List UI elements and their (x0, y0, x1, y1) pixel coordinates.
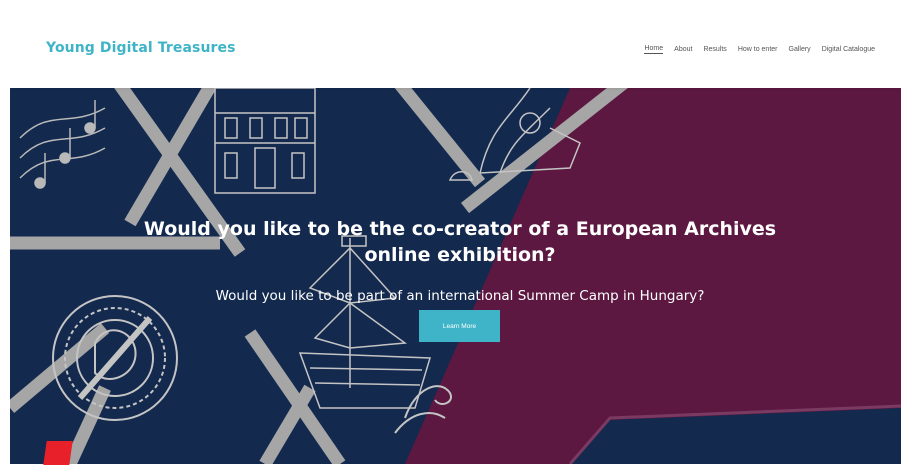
nav-item-digital-catalogue[interactable]: Digital Catalogue (822, 46, 875, 53)
site-logo[interactable]: Young Digital Treasures (46, 40, 236, 56)
nav-item-gallery[interactable]: Gallery (789, 46, 811, 53)
hero-banner: Would you like to be the co-creator of a… (10, 88, 901, 464)
main-nav: Home About Results How to enter Gallery … (644, 45, 875, 54)
hero-headline: Would you like to be the co-creator of a… (143, 217, 777, 266)
nav-item-how-to-enter[interactable]: How to enter (738, 46, 778, 53)
hero-subline: Would you like to be part of an internat… (215, 287, 705, 304)
hero-background (10, 88, 901, 464)
browser-frame: Young Digital Treasures Home About Resul… (10, 12, 901, 464)
site-header: Young Digital Treasures Home About Resul… (10, 12, 901, 88)
nav-item-results[interactable]: Results (703, 46, 726, 53)
red-corner-mark (43, 441, 73, 465)
nav-item-about[interactable]: About (674, 46, 692, 53)
nav-item-home[interactable]: Home (644, 45, 664, 54)
learn-more-button[interactable]: Learn More (419, 310, 500, 342)
